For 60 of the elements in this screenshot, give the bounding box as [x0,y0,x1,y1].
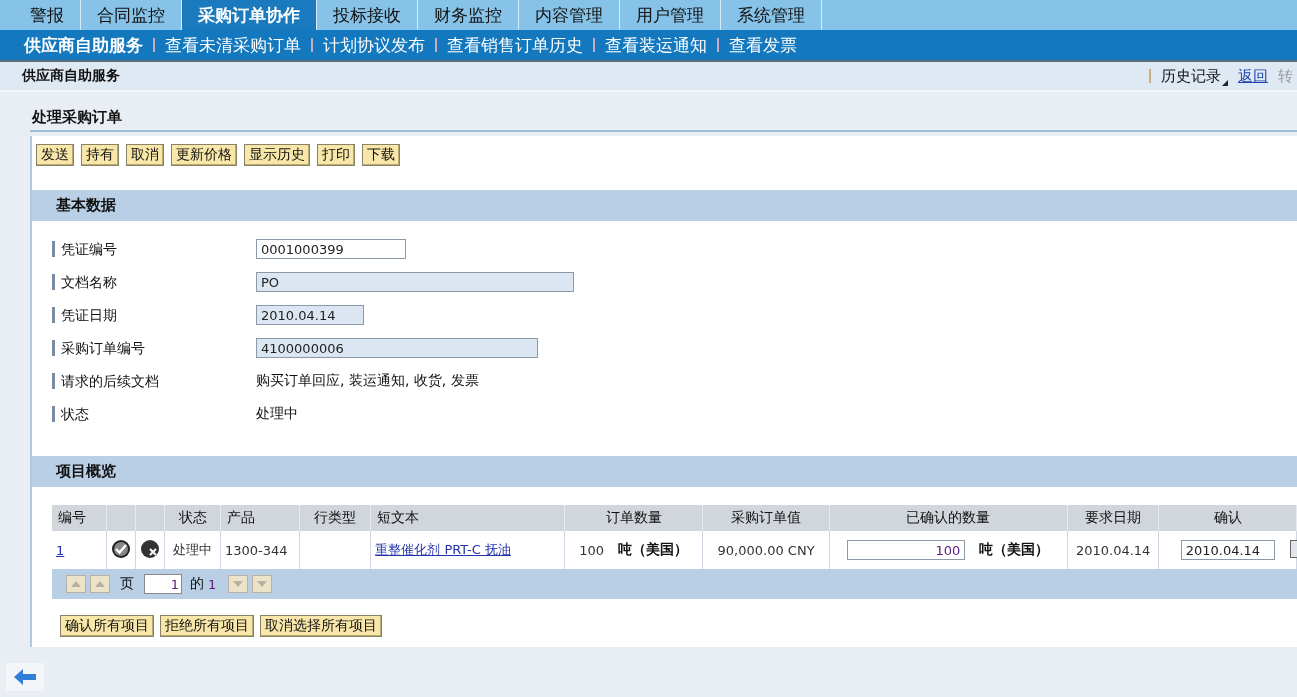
readonly-field[interactable]: 2010.04.14 [256,305,364,325]
column-header: 行类型 [314,509,357,525]
readonly-field[interactable]: PO [256,272,574,292]
breadcrumb-title: 供应商自助服务 [22,67,121,85]
table-cell: 1300-344 [224,542,288,558]
nav-tab[interactable]: 采购订单协作 [182,0,317,30]
table-cell: 2010.04.14 [1075,542,1151,558]
action-button[interactable]: 拒绝所有项目 [160,615,254,637]
page-total: 1 [208,576,217,592]
quantity-value: 100 [579,542,604,558]
back-link[interactable]: 返回 [1238,66,1268,86]
field-value: 处理中 [256,405,298,423]
readonly-field[interactable]: 4100000006 [256,338,538,358]
section-header: 项目概览 [32,456,1297,487]
toolbar-button[interactable]: 显示历史 [244,144,310,166]
column-header: 已确认的数量 [906,509,991,525]
table-link[interactable]: 1 [56,542,65,558]
toolbar-button[interactable]: 发送 [36,144,74,166]
column-header: 要求日期 [1085,509,1142,525]
column-header: 订单数量 [605,509,662,525]
unit-label: 吨（美国） [979,541,1050,559]
table-link[interactable]: 重整催化剂 PRT-C 抚油 [375,542,511,557]
action-button[interactable]: 确认所有项目 [60,615,154,637]
toolbar-button[interactable]: 更新价格 [171,144,237,166]
field-value: 购买订单回应, 装运通知, 收货, 发票 [256,372,479,390]
table-cell: 处理中 [173,542,213,557]
subnav-link[interactable]: 查看销售订单历史 [437,33,593,57]
toolbar-button[interactable]: 下载 [362,144,400,166]
subnav-link[interactable]: 查看装运通知 [595,33,717,57]
toolbar-button[interactable]: 持有 [81,144,119,166]
section-header: 基本数据 [32,190,1297,221]
column-header: 确认 [1213,509,1242,525]
page-label: 页 [120,575,134,593]
unit-label: 吨（美国） [617,541,688,559]
column-header: 短文本 [377,509,420,525]
subnav-link[interactable]: 查看未清采购订单 [155,33,311,57]
page-of-label: 的 [190,575,204,593]
toolbar-button[interactable]: 取消 [126,144,164,166]
subnav-link[interactable]: 供应商自助服务 [14,33,153,57]
subnav-link[interactable]: 计划协议发布 [313,33,435,57]
page-title: 处理采购订单 [30,92,1297,132]
subnav-link[interactable]: 查看发票 [719,33,807,57]
back-arrow-icon[interactable] [13,668,37,686]
column-header: 采购订单值 [731,509,802,525]
dropdown-icon[interactable] [1222,79,1228,86]
input-field[interactable]: 0001000399 [256,239,406,259]
toolbar-button[interactable]: 打印 [317,144,355,166]
action-button[interactable]: 取消选择所有项目 [260,615,382,637]
field-label: 请求的后续文档 [52,373,256,389]
table-cell: 90,000.00 CNY [717,542,815,558]
history-menu[interactable]: 历史记录 [1161,66,1221,86]
x-circle-icon[interactable] [140,538,161,559]
date-field[interactable]: 2010.04.14 [1180,540,1275,560]
column-header: 产品 [226,509,255,525]
quantity-field[interactable]: 100 [847,540,966,560]
column-header: 状态 [178,509,207,525]
column-header: 编号 [58,509,86,525]
page-field[interactable]: 1 [144,574,182,594]
check-circle-icon[interactable] [111,538,132,559]
field-label: 状态 [52,406,256,422]
